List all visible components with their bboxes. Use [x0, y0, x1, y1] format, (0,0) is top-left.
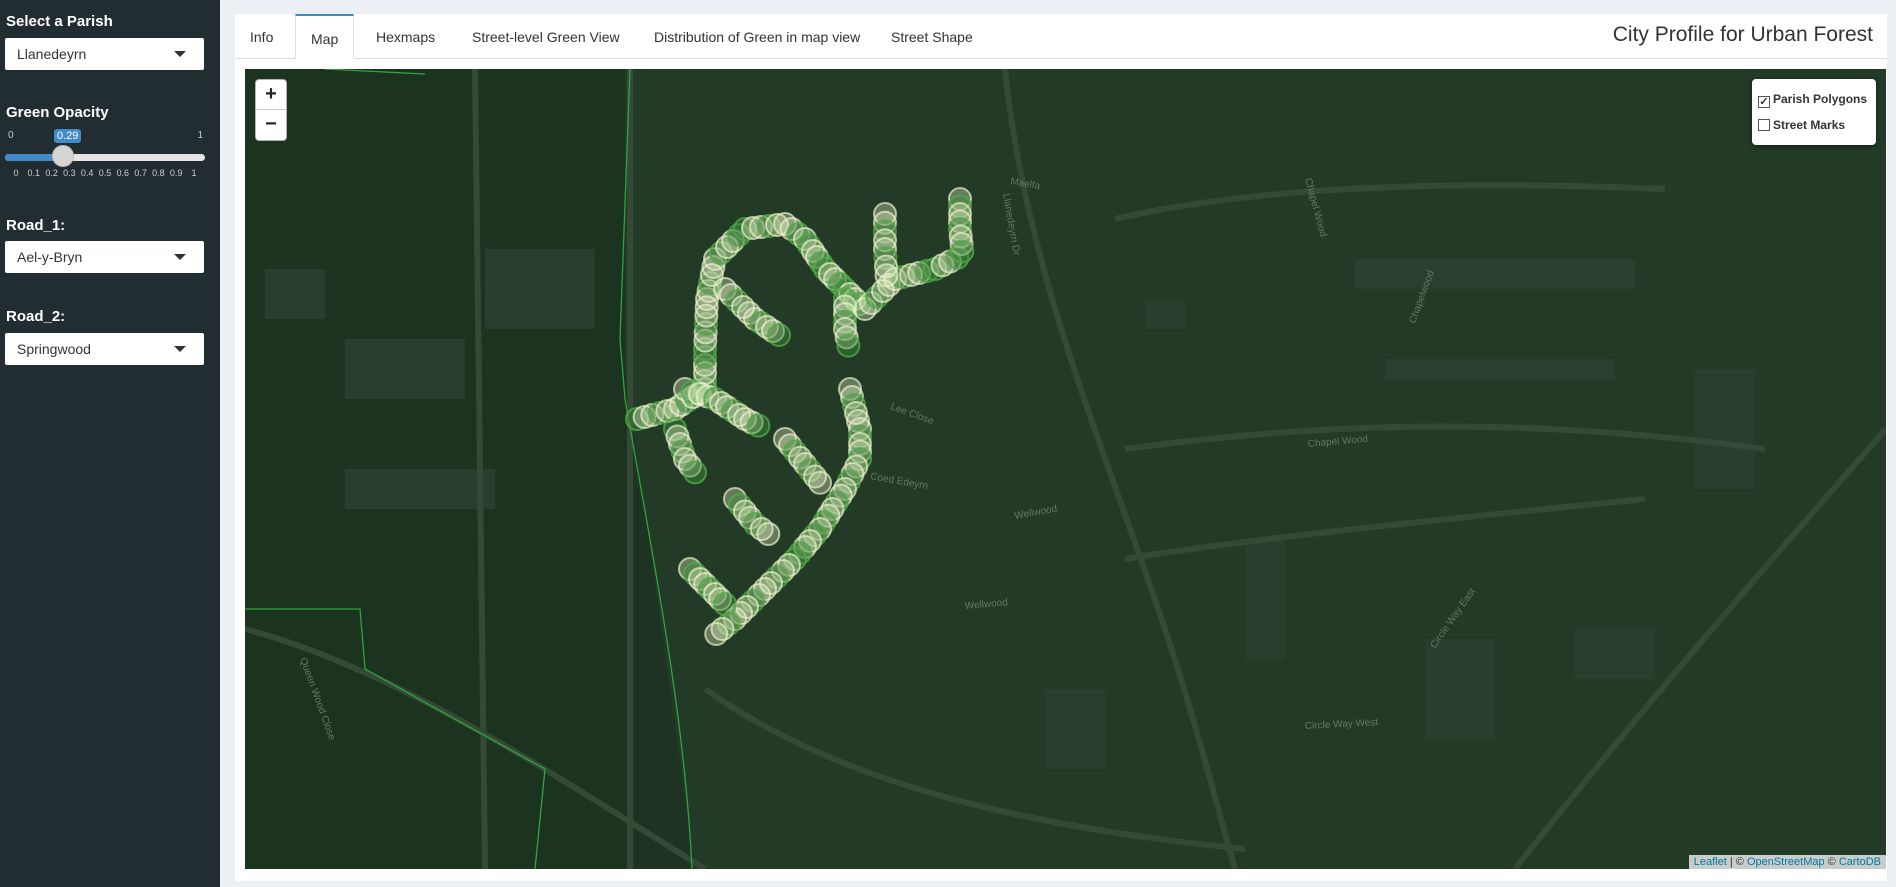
- slider-tick-label: 0.7: [134, 168, 147, 178]
- map-tiles: Llanedeyrn Dr Chapel Wood Chapel Wood Co…: [245, 69, 1886, 869]
- leaflet-link[interactable]: Leaflet: [1694, 856, 1727, 868]
- green-view-marker[interactable]: [704, 622, 729, 646]
- slider-handle[interactable]: [52, 145, 74, 167]
- green-view-marker[interactable]: [713, 592, 737, 616]
- slider-value: 0.29: [54, 129, 82, 143]
- green-view-marker[interactable]: [808, 470, 832, 495]
- road2-select[interactable]: Springwood: [5, 333, 204, 365]
- slider-tick-label: 0.5: [98, 168, 112, 178]
- zoom-in-button[interactable]: +: [256, 80, 286, 110]
- road1-label: Road_1:: [6, 217, 66, 234]
- map-view[interactable]: Llanedeyrn Dr Chapel Wood Chapel Wood Co…: [245, 69, 1886, 869]
- green-view-marker[interactable]: [874, 263, 899, 288]
- chevron-down-icon: [174, 254, 186, 260]
- tab-distribution-of-green[interactable]: Distribution of Green in map view: [639, 14, 875, 58]
- parish-label: Select a Parish: [6, 13, 113, 30]
- green-view-marker[interactable]: [836, 333, 861, 358]
- chevron-down-icon: [174, 51, 186, 57]
- slider-tick-label: 0.8: [152, 168, 165, 178]
- chevron-down-icon: [174, 346, 186, 352]
- road2-select-value: Springwood: [17, 341, 91, 357]
- opacity-slider[interactable]: 0 1 0.29 0 0.1 0.2 0.3 0.4 0.5 0.6 0.7 0.8 0.9 1: [5, 128, 205, 184]
- green-view-marker[interactable]: [683, 460, 707, 485]
- tab-bar: Info Map Hexmaps Street-level Green View…: [235, 14, 1887, 59]
- slider-tick-label: 0.4: [80, 168, 94, 178]
- tab-map[interactable]: Map: [295, 14, 355, 59]
- road1-select-value: Ael-y-Bryn: [17, 249, 83, 265]
- green-view-marker[interactable]: [767, 323, 791, 347]
- slider-min: 0: [8, 130, 14, 141]
- slider-tick-label: 0.3: [63, 168, 76, 178]
- parish-select-value: Llanedeyrn: [17, 46, 87, 62]
- tab-street-shape[interactable]: Street Shape: [876, 14, 988, 58]
- tab-street-level-green-view[interactable]: Street-level Green View: [457, 14, 635, 58]
- parish-select[interactable]: Llanedeyrn: [5, 38, 204, 70]
- slider-max: 1: [197, 130, 203, 141]
- sidebar: Select a Parish Llanedeyrn Green Opacity…: [0, 0, 220, 887]
- layer-label: Parish Polygons: [1773, 92, 1868, 106]
- osm-link[interactable]: OpenStreetMap: [1747, 856, 1825, 868]
- slider-tick-label: 0.2: [45, 168, 58, 178]
- green-view-marker[interactable]: [950, 239, 975, 264]
- green-view-marker[interactable]: [756, 522, 781, 546]
- slider-ticks: 0 0.1 0.2 0.3 0.4 0.5 0.6 0.7 0.8 0.9 1: [5, 168, 205, 184]
- main-panel: Info Map Hexmaps Street-level Green View…: [235, 14, 1887, 881]
- layer-control: ✓ Parish Polygons Street Marks: [1752, 79, 1876, 145]
- layer-parish-polygons[interactable]: ✓ Parish Polygons: [1758, 91, 1868, 108]
- tab-info[interactable]: Info: [235, 14, 288, 58]
- page-title: City Profile for Urban Forest: [1612, 23, 1873, 46]
- slider-tick-label: 0: [13, 168, 19, 178]
- attribution-sep: | ©: [1726, 856, 1747, 868]
- road1-select[interactable]: Ael-y-Bryn: [5, 241, 204, 273]
- road2-label: Road_2:: [6, 308, 66, 325]
- map-attribution: Leaflet | © OpenStreetMap © CartoDB: [1688, 855, 1886, 869]
- zoom-control: + −: [255, 79, 287, 141]
- zoom-out-button[interactable]: −: [256, 110, 286, 140]
- cartodb-link[interactable]: CartoDB: [1839, 856, 1881, 868]
- tab-hexmaps[interactable]: Hexmaps: [361, 14, 450, 58]
- slider-tick-label: 0.6: [116, 168, 130, 178]
- attribution-sep: ©: [1824, 856, 1839, 868]
- slider-tick-label: 0.9: [169, 168, 183, 178]
- slider-tick-label: 0.1: [27, 168, 41, 178]
- opacity-label: Green Opacity: [6, 104, 109, 121]
- checkbox-unchecked-icon[interactable]: [1758, 119, 1770, 131]
- checkbox-checked-icon[interactable]: ✓: [1758, 96, 1770, 108]
- layer-label: Street Marks: [1773, 118, 1846, 132]
- green-view-marker[interactable]: [746, 413, 771, 438]
- layer-street-marks[interactable]: Street Marks: [1758, 117, 1845, 133]
- slider-tick-label: 1: [191, 168, 197, 178]
